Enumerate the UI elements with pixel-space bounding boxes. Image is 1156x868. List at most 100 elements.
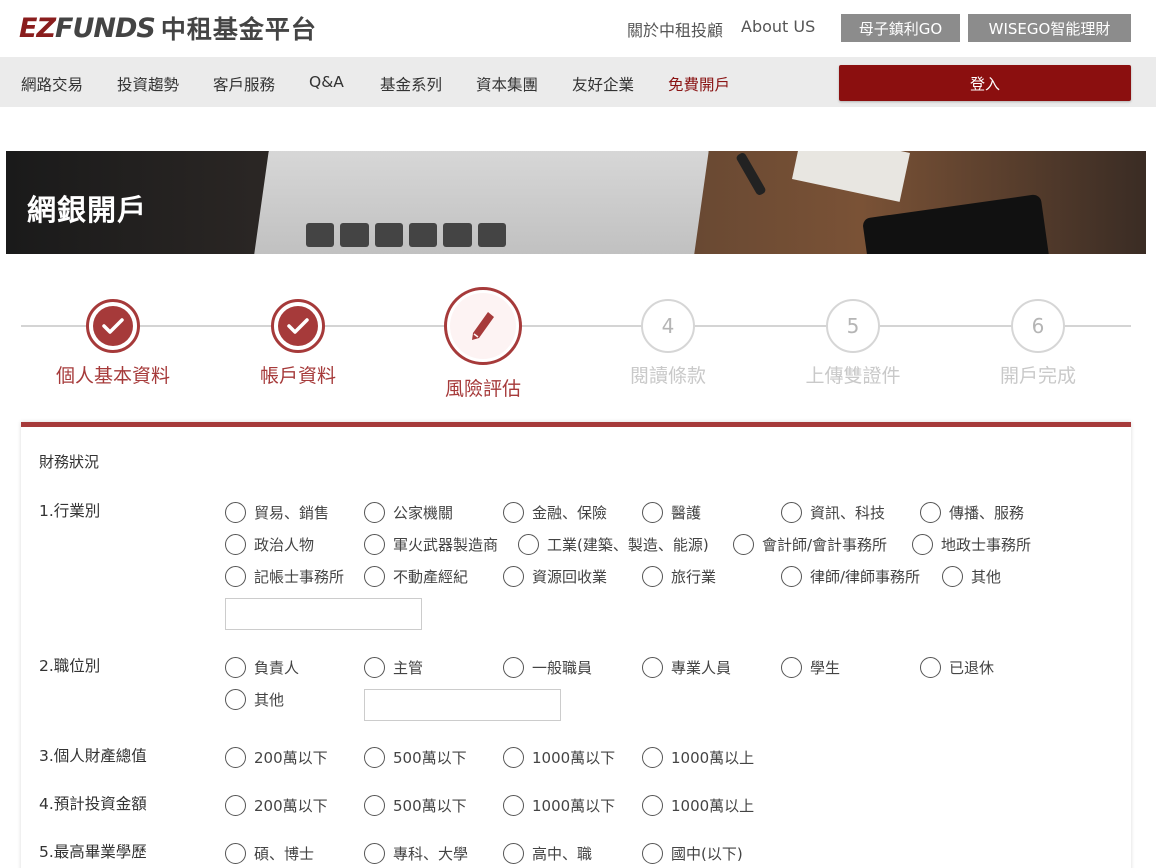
nav-item-trading[interactable]: 網路交易 (21, 73, 83, 95)
industry-option[interactable]: 軍火武器製造商 (364, 534, 498, 555)
step-2-label: 帳戶資料 (259, 365, 337, 387)
assets-option[interactable]: 1000萬以上 (642, 747, 754, 768)
step-2-circle (271, 299, 325, 353)
radio-button[interactable] (642, 747, 663, 768)
radio-button[interactable] (225, 747, 246, 768)
about-link-en[interactable]: About US (741, 17, 815, 36)
radio-button[interactable] (642, 843, 663, 864)
radio-button[interactable] (781, 566, 802, 587)
radio-button[interactable] (225, 843, 246, 864)
industry-option[interactable]: 貿易、銷售 (225, 502, 329, 523)
nav-item-service[interactable]: 客戶服務 (213, 73, 275, 95)
radio-button[interactable] (225, 502, 246, 523)
top-header: EZ FUNDS 中租基金平台 關於中租投顧 About US 母子鎮利GO W… (0, 0, 1156, 57)
industry-option[interactable]: 其他 (942, 566, 1001, 587)
radio-button[interactable] (364, 657, 385, 678)
radio-button[interactable] (364, 843, 385, 864)
radio-button[interactable] (642, 566, 663, 587)
radio-button[interactable] (733, 534, 754, 555)
radio-button[interactable] (518, 534, 539, 555)
position-option[interactable]: 一般職員 (503, 657, 592, 678)
assets-option[interactable]: 200萬以下 (225, 747, 328, 768)
radio-button[interactable] (642, 657, 663, 678)
radio-button[interactable] (364, 747, 385, 768)
investment-option[interactable]: 500萬以下 (364, 795, 467, 816)
step-3-label: 風險評估 (444, 378, 522, 400)
radio-button[interactable] (503, 502, 524, 523)
radio-button[interactable] (225, 534, 246, 555)
radio-button[interactable] (781, 657, 802, 678)
position-other-input[interactable] (364, 689, 561, 721)
radio-button[interactable] (225, 795, 246, 816)
position-option[interactable]: 負責人 (225, 657, 299, 678)
education-option[interactable]: 專科、大學 (364, 843, 468, 864)
radio-button[interactable] (942, 566, 963, 587)
stepper-line (21, 325, 1131, 327)
industry-option[interactable]: 公家機關 (364, 502, 453, 523)
radio-button[interactable] (503, 843, 524, 864)
step-5-label: 上傳雙證件 (805, 365, 901, 387)
industry-option[interactable]: 醫護 (642, 502, 701, 523)
industry-option[interactable]: 會計師/會計事務所 (733, 534, 887, 555)
industry-option[interactable]: 不動產經紀 (364, 566, 468, 587)
radio-button[interactable] (364, 566, 385, 587)
radio-button[interactable] (364, 534, 385, 555)
radio-button[interactable] (503, 747, 524, 768)
position-option[interactable]: 已退休 (920, 657, 994, 678)
question-position-label: 2.職位別 (39, 657, 101, 675)
radio-button[interactable] (364, 795, 385, 816)
education-option[interactable]: 高中、職 (503, 843, 592, 864)
industry-option[interactable]: 旅行業 (642, 566, 716, 587)
industry-option[interactable]: 資源回收業 (503, 566, 607, 587)
radio-button[interactable] (920, 657, 941, 678)
top-button-go[interactable]: 母子鎮利GO (841, 14, 960, 42)
assets-option[interactable]: 1000萬以下 (503, 747, 615, 768)
industry-option[interactable]: 金融、保險 (503, 502, 607, 523)
nav-item-capital[interactable]: 資本集團 (476, 73, 538, 95)
top-button-wisego[interactable]: WISEGO智能理財 (968, 14, 1131, 42)
industry-other-input[interactable] (225, 598, 422, 630)
position-option[interactable]: 其他 (225, 689, 284, 710)
radio-button[interactable] (503, 795, 524, 816)
radio-button[interactable] (503, 566, 524, 587)
education-option[interactable]: 國中(以下) (642, 843, 743, 864)
step-6-circle: 6 (1011, 299, 1065, 353)
radio-button[interactable] (642, 502, 663, 523)
step-1-circle (86, 299, 140, 353)
industry-option[interactable]: 工業(建築、製造、能源) (518, 534, 709, 555)
radio-button[interactable] (503, 657, 524, 678)
radio-button[interactable] (642, 795, 663, 816)
education-option[interactable]: 碩、博士 (225, 843, 314, 864)
industry-option[interactable]: 政治人物 (225, 534, 314, 555)
investment-option[interactable]: 1000萬以下 (503, 795, 615, 816)
step-1-label: 個人基本資料 (55, 365, 171, 387)
industry-option[interactable]: 傳播、服務 (920, 502, 1024, 523)
radio-button[interactable] (225, 566, 246, 587)
investment-option[interactable]: 1000萬以上 (642, 795, 754, 816)
check-icon (287, 318, 309, 334)
nav-item-qa[interactable]: Q&A (309, 73, 344, 91)
nav-item-trends[interactable]: 投資趨勢 (117, 73, 179, 95)
nav-item-funds[interactable]: 基金系列 (380, 73, 442, 95)
industry-option[interactable]: 資訊、科技 (781, 502, 885, 523)
position-option[interactable]: 主管 (364, 657, 423, 678)
logo[interactable]: EZ FUNDS 中租基金平台 (19, 12, 317, 45)
industry-option[interactable]: 地政士事務所 (912, 534, 1031, 555)
page-title: 網銀開戶 (27, 193, 148, 227)
radio-button[interactable] (225, 657, 246, 678)
radio-button[interactable] (225, 689, 246, 710)
nav-item-open-account[interactable]: 免費開戶 (668, 73, 730, 95)
radio-button[interactable] (912, 534, 933, 555)
position-option[interactable]: 學生 (781, 657, 840, 678)
assets-option[interactable]: 500萬以下 (364, 747, 467, 768)
about-link-cn[interactable]: 關於中租投顧 (627, 17, 723, 41)
nav-item-partners[interactable]: 友好企業 (572, 73, 634, 95)
radio-button[interactable] (781, 502, 802, 523)
position-option[interactable]: 專業人員 (642, 657, 731, 678)
investment-option[interactable]: 200萬以下 (225, 795, 328, 816)
industry-option[interactable]: 律師/律師事務所 (781, 566, 920, 587)
radio-button[interactable] (364, 502, 385, 523)
login-button[interactable]: 登入 (839, 65, 1131, 101)
industry-option[interactable]: 記帳士事務所 (225, 566, 344, 587)
radio-button[interactable] (920, 502, 941, 523)
